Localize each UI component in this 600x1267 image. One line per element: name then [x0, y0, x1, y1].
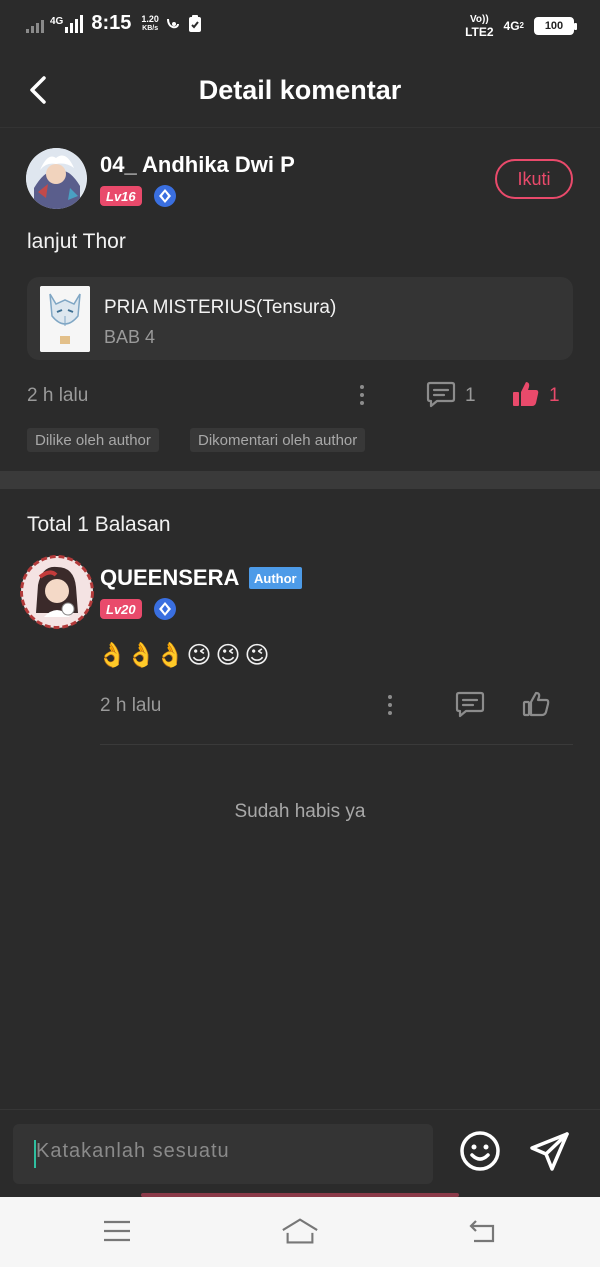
wink-emoji: 😉	[244, 641, 272, 669]
more-options-button[interactable]	[352, 380, 372, 410]
reply-emoji-text: 👌 👌 👌 😉 😉 😉	[97, 641, 272, 669]
commented-by-author-tag: Dikomentari oleh author	[190, 428, 366, 452]
network-2-sub: 2	[519, 21, 524, 30]
status-right: Vo)) LTE2 4G 2 100	[465, 14, 577, 38]
status-left: 4G 8:15 1.20 KB/s	[26, 12, 203, 35]
battery-icon: 100	[534, 17, 577, 35]
more-dots-icon	[360, 385, 364, 389]
level-badge: Lv16	[100, 186, 142, 206]
signal-2-group: 4G	[50, 14, 84, 33]
reply-count: 1	[465, 385, 476, 406]
reply-button[interactable]	[426, 380, 458, 410]
reply-like-button[interactable]	[521, 689, 553, 719]
smiley-icon	[460, 1131, 500, 1171]
reply-vip-diamond-icon	[154, 598, 176, 620]
comment-input-placeholder: Katakanlah sesuatu	[36, 1140, 230, 1162]
screen: 4G 8:15 1.20 KB/s Vo)) LTE2 4G 2 100 Det…	[0, 0, 600, 1267]
reply-avatar[interactable]	[20, 555, 94, 629]
comment-time: 2 h lalu	[27, 385, 89, 406]
wink-emoji: 😉	[215, 641, 243, 669]
comment-bubble-icon	[426, 381, 456, 408]
ok-hand-emoji: 👌	[155, 641, 187, 669]
recents-button[interactable]	[97, 1213, 137, 1249]
like-count: 1	[549, 385, 560, 406]
lte-label: LTE2	[465, 25, 494, 39]
commenter-avatar[interactable]	[26, 148, 87, 209]
status-time: 8:15	[91, 12, 132, 34]
section-divider	[0, 471, 600, 489]
wink-emoji: 😉	[186, 641, 214, 669]
book-cover-image	[40, 286, 90, 352]
more-dots-icon	[388, 695, 392, 699]
clipboard-check-icon	[187, 14, 203, 33]
status-bar: 4G 8:15 1.20 KB/s Vo)) LTE2 4G 2 100	[0, 0, 600, 52]
comment-bubble-icon	[455, 691, 485, 718]
send-button[interactable]	[527, 1128, 573, 1174]
menu-lines-icon	[104, 1220, 130, 1242]
network-speed: 1.20 KB/s	[141, 13, 159, 33]
home-icon	[282, 1218, 318, 1244]
comment-input[interactable]: Katakanlah sesuatu	[13, 1124, 433, 1184]
author-badge: Author	[249, 567, 302, 589]
reply-comment-button[interactable]	[455, 690, 487, 720]
back-arrow-icon	[469, 1220, 495, 1243]
reply-username[interactable]: QUEENSERA	[100, 565, 239, 591]
reply-more-options-button[interactable]	[380, 690, 400, 720]
ok-hand-emoji: 👌	[97, 641, 129, 669]
end-of-list-text: Sudah habis ya	[234, 801, 366, 822]
comment-input-bar: Katakanlah sesuatu	[0, 1109, 600, 1197]
network-type-label: 4G	[50, 15, 64, 27]
thumbs-up-filled-icon	[513, 382, 539, 406]
reply-separator	[100, 744, 573, 745]
ok-hand-emoji: 👌	[126, 641, 158, 669]
emoji-picker-button[interactable]	[458, 1129, 502, 1173]
page-title: Detail komentar	[198, 75, 402, 105]
signal-2-icon	[65, 14, 84, 33]
system-nav-bar	[0, 1197, 600, 1267]
volte-indicator: Vo)) LTE2	[465, 14, 493, 38]
total-replies-label: Total 1 Balasan	[27, 513, 171, 536]
app-header: Detail komentar	[0, 52, 600, 128]
comment-text: lanjut Thor	[27, 230, 126, 253]
vip-diamond-icon	[154, 185, 176, 207]
follow-button[interactable]: Ikuti	[495, 159, 573, 199]
speed-value: 1.20	[141, 13, 159, 24]
book-card[interactable]: PRIA MISTERIUS(Tensura) BAB 4	[27, 277, 573, 360]
paper-plane-icon	[530, 1132, 569, 1171]
network-2-indicator: 4G 2	[504, 20, 524, 32]
data-saver-icon	[165, 15, 181, 33]
home-button[interactable]	[280, 1213, 320, 1249]
reply-time: 2 h lalu	[100, 695, 162, 716]
speed-unit: KB/s	[142, 24, 159, 32]
back-nav-button[interactable]	[462, 1213, 502, 1249]
signal-1-icon	[26, 15, 44, 33]
liked-by-author-tag: Dilike oleh author	[27, 428, 159, 452]
commenter-username[interactable]: 04_ Andhika Dwi P	[100, 152, 295, 178]
battery-level: 100	[544, 20, 564, 32]
network-2-label: 4G	[503, 19, 520, 33]
book-chapter: BAB 4	[104, 327, 156, 347]
reply-level-badge: Lv20	[100, 599, 142, 619]
book-title: PRIA MISTERIUS(Tensura)	[104, 297, 337, 318]
thumbs-up-outline-icon	[522, 691, 550, 717]
like-button[interactable]	[511, 379, 543, 409]
